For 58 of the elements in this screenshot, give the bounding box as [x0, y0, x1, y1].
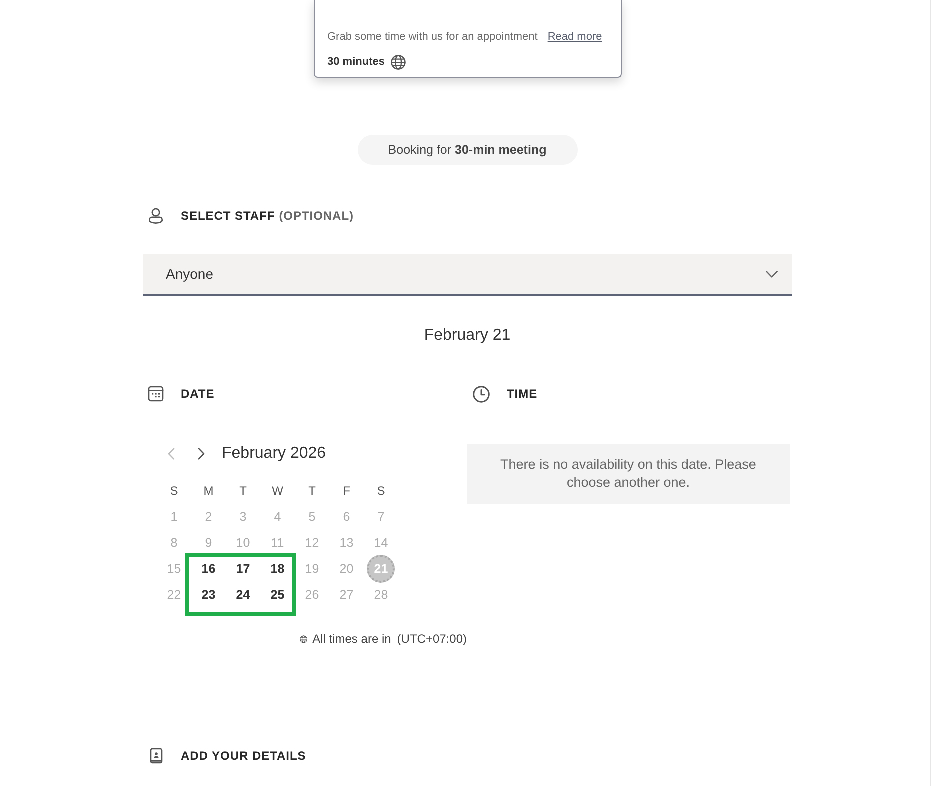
- calendar-day[interactable]: 8: [164, 533, 184, 553]
- weekday-label: T: [308, 483, 316, 499]
- contact-card-icon: [150, 748, 163, 764]
- calendar-day[interactable]: 25: [268, 585, 288, 605]
- calendar-day[interactable]: 13: [336, 533, 357, 553]
- calendar-day[interactable]: 7: [371, 507, 392, 527]
- calendar-icon: [148, 386, 164, 402]
- calendar-day[interactable]: 20: [336, 559, 357, 579]
- chevron-down-icon: [766, 270, 778, 278]
- timezone-value: (UTC+07:00): [397, 631, 467, 648]
- staff-dropdown[interactable]: Anyone: [143, 254, 792, 296]
- calendar-day[interactable]: 2: [198, 507, 219, 527]
- weekday-label: S: [377, 483, 386, 499]
- calendar-day[interactable]: 26: [302, 585, 322, 605]
- globe-icon: [390, 54, 406, 70]
- chevron-right-icon: [198, 448, 204, 460]
- calendar-day[interactable]: 22: [164, 585, 184, 605]
- calendar-day[interactable]: 3: [233, 507, 254, 527]
- calendar-day[interactable]: 24: [233, 585, 254, 605]
- calendar-day[interactable]: 5: [302, 507, 322, 527]
- calendar-day[interactable]: 17: [233, 559, 254, 579]
- calendar-day[interactable]: 23: [198, 585, 219, 605]
- month-title: February 2026: [222, 444, 326, 464]
- weekday-label: W: [272, 483, 284, 499]
- weekday-label: F: [343, 483, 350, 499]
- optional-label: (OPTIONAL): [279, 208, 354, 225]
- section-title: TIME: [507, 386, 538, 403]
- timezone-label: All times are in: [312, 631, 392, 648]
- calendar-day[interactable]: 27: [336, 585, 357, 605]
- weekday-label: M: [204, 483, 214, 499]
- calendar-day[interactable]: 19: [302, 559, 322, 579]
- read-more-link[interactable]: Read more: [548, 28, 602, 46]
- calendar-day[interactable]: 9: [198, 533, 219, 553]
- duration-text: 30 minutes: [328, 54, 385, 70]
- calendar-day[interactable]: 15: [164, 559, 184, 579]
- calendar-day[interactable]: 10: [233, 533, 254, 553]
- calendar-day[interactable]: 14: [371, 533, 392, 553]
- selected-date-heading: February 21: [424, 326, 511, 346]
- weekday-label: T: [240, 483, 247, 499]
- chevron-left-icon: [168, 448, 174, 460]
- person-icon: [148, 208, 164, 224]
- clock-icon: [473, 386, 490, 402]
- calendar-day[interactable]: 4: [268, 507, 288, 527]
- availability-message: There is no availability on this date. Please choose another one.: [467, 444, 790, 504]
- calendar-day[interactable]: 11: [268, 533, 288, 553]
- calendar-day[interactable]: 6: [336, 507, 357, 527]
- service-description: Grab some time with us for an appointment: [328, 30, 538, 45]
- calendar-day[interactable]: 28: [371, 585, 392, 605]
- calendar-day[interactable]: 18: [268, 559, 288, 579]
- calendar-day[interactable]: 12: [302, 533, 322, 553]
- booking-info-text: Booking for 30-min meeting: [388, 142, 547, 159]
- weekday-label: S: [170, 483, 178, 499]
- calendar-day[interactable]: 16: [198, 559, 219, 579]
- section-title: ADD YOUR DETAILS: [181, 748, 306, 765]
- section-title: SELECT STAFF: [181, 208, 276, 225]
- section-title: DATE: [181, 386, 215, 403]
- calendar-day[interactable]: 21: [367, 555, 396, 583]
- calendar-day[interactable]: 1: [164, 507, 184, 527]
